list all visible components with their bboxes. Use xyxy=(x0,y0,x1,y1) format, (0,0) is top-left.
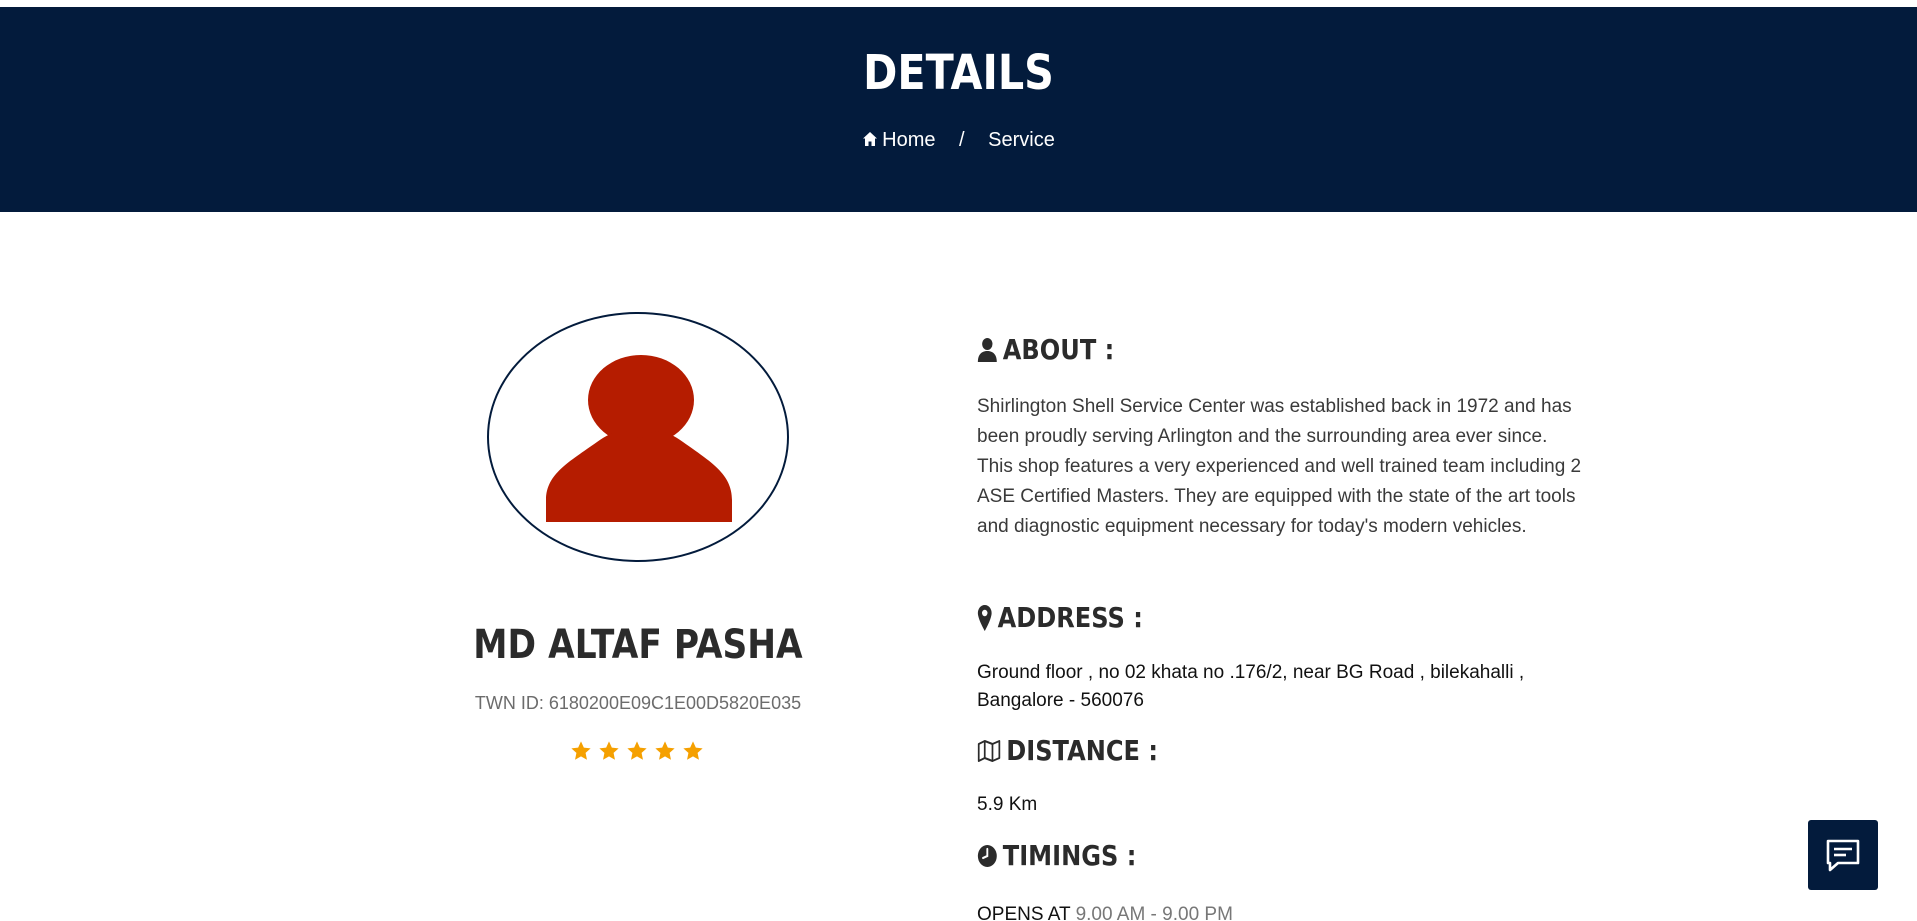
address-heading: ADDRESS : xyxy=(977,601,1143,634)
star-icon xyxy=(571,741,591,760)
twn-id: TWN ID: 6180200E09C1E00D5820E035 xyxy=(474,693,802,713)
provider-name: MD ALTAF PASHA xyxy=(473,622,803,668)
map-icon xyxy=(977,739,1001,762)
home-icon xyxy=(863,132,878,147)
top-strip xyxy=(0,0,1917,7)
timings-heading-label: TIMINGS : xyxy=(1002,839,1137,872)
avatar xyxy=(487,312,789,562)
map-marker-icon xyxy=(977,604,992,631)
page-title: DETAILS xyxy=(863,45,1054,101)
avatar-placeholder-icon xyxy=(546,355,732,522)
timings-heading: TIMINGS : xyxy=(977,839,1136,872)
user-icon xyxy=(977,337,997,362)
star-icon xyxy=(655,741,675,760)
address-text: Ground floor , no 02 khata no .176/2, ne… xyxy=(977,662,1525,711)
star-icon xyxy=(627,741,647,760)
breadcrumb-current: Service xyxy=(988,129,1055,152)
star-icon xyxy=(683,741,703,760)
rating-stars xyxy=(570,740,704,770)
breadcrumb: Home / Service xyxy=(0,129,1917,152)
clock-icon xyxy=(977,844,997,867)
distance-value: 5.9 Km xyxy=(977,794,1038,815)
star-icon xyxy=(599,741,619,760)
about-text: Shirlington Shell Service Center was est… xyxy=(977,396,1582,537)
chat-button[interactable] xyxy=(1808,820,1878,890)
distance-heading: DISTANCE : xyxy=(977,734,1158,767)
breadcrumb-separator: / xyxy=(959,129,965,152)
opening-hours: 9.00 AM - 9.00 PM xyxy=(1075,904,1233,921)
opens-at-label: OPENS AT xyxy=(977,904,1071,921)
breadcrumb-home-label: Home xyxy=(882,129,936,152)
timings-value: OPENS AT 9.00 AM - 9.00 PM xyxy=(977,904,1233,921)
distance-heading-label: DISTANCE : xyxy=(1006,734,1159,767)
chat-icon xyxy=(1826,839,1860,872)
about-heading-label: ABOUT : xyxy=(1002,333,1115,366)
address-heading-label: ADDRESS : xyxy=(997,601,1143,634)
breadcrumb-home-link[interactable]: Home xyxy=(862,129,935,152)
page-banner: DETAILS Home / Service xyxy=(0,7,1917,212)
about-heading: ABOUT : xyxy=(977,333,1114,366)
